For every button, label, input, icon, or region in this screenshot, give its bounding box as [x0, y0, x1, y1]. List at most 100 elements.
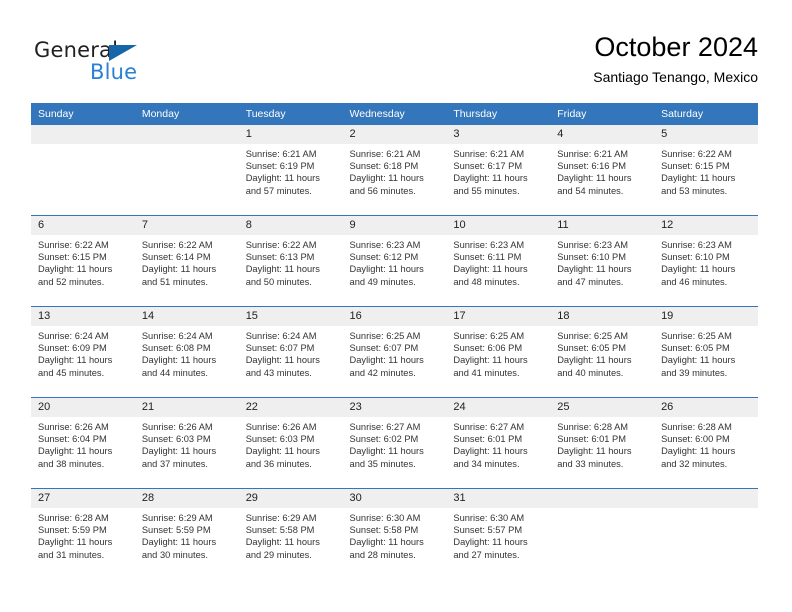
calendar-day-cell[interactable]: 16 Sunrise: 6:25 AM Sunset: 6:07 PM Dayligh… [342, 306, 447, 398]
day-number: 18 [550, 307, 655, 326]
general-blue-logo[interactable]: General Blue [34, 38, 264, 94]
day-number [31, 125, 135, 144]
calendar-day-cell[interactable]: 27 Sunrise: 6:28 AM Sunset: 5:59 PM Dayligh… [31, 488, 135, 579]
calendar-day-cell[interactable]: 8 Sunrise: 6:22 AM Sunset: 6:13 PM Daylight… [238, 215, 343, 307]
day-number: 11 [550, 216, 655, 235]
calendar-day-cell[interactable]: 18 Sunrise: 6:25 AM Sunset: 6:05 PM Dayligh… [550, 306, 655, 398]
sunrise-text: Sunrise: 6:25 AM [349, 331, 421, 341]
day-details: Sunrise: 6:28 AM Sunset: 6:00 PM Daylight:… [654, 417, 758, 470]
day-details: Sunrise: 6:25 AM Sunset: 6:07 PM Daylight:… [343, 326, 447, 379]
daylight-text-line2: and 30 minutes. [141, 549, 208, 560]
calendar-day-cell-empty [134, 125, 239, 216]
sunrise-text: Sunrise: 6:26 AM [141, 422, 213, 432]
calendar-day-cell[interactable]: 10 Sunrise: 6:23 AM Sunset: 6:11 PM Dayligh… [446, 215, 551, 307]
calendar-day-cell[interactable]: 22 Sunrise: 6:26 AM Sunset: 6:03 PM Dayligh… [238, 397, 343, 489]
sunrise-text: Sunrise: 6:26 AM [245, 422, 317, 432]
calendar-day-cell[interactable]: 30 Sunrise: 6:30 AM Sunset: 5:58 PM Dayligh… [342, 488, 447, 579]
sunrise-text: Sunrise: 6:27 AM [453, 422, 525, 432]
calendar-day-cell[interactable]: 24 Sunrise: 6:27 AM Sunset: 6:01 PM Dayligh… [446, 397, 551, 489]
calendar-day-cell[interactable]: 15 Sunrise: 6:24 AM Sunset: 6:07 PM Dayligh… [238, 306, 343, 398]
sunset-text: Sunset: 5:57 PM [453, 525, 523, 536]
day-number: 29 [238, 489, 343, 508]
calendar-day-cell[interactable]: 28 Sunrise: 6:29 AM Sunset: 5:59 PM Dayligh… [134, 488, 239, 579]
daylight-text-line1: Daylight: 11 hours [453, 264, 528, 275]
calendar-day-cell[interactable]: 9 Sunrise: 6:23 AM Sunset: 6:12 PM Daylight… [342, 215, 447, 307]
sunset-text: Sunset: 6:00 PM [661, 434, 730, 445]
day-number: 7 [134, 216, 239, 235]
calendar-week-row: 13 Sunrise: 6:24 AM Sunset: 6:09 PM Dayligh… [31, 306, 758, 398]
calendar-day-cell[interactable]: 29 Sunrise: 6:29 AM Sunset: 5:58 PM Dayligh… [238, 488, 343, 579]
day-details: Sunrise: 6:28 AM Sunset: 5:59 PM Daylight:… [31, 508, 135, 561]
daylight-text-line1: Daylight: 11 hours [661, 264, 736, 275]
daylight-text-line2: and 57 minutes. [245, 185, 312, 196]
daylight-text-line2: and 27 minutes. [453, 549, 520, 560]
sunrise-text: Sunrise: 6:28 AM [661, 422, 732, 432]
sunset-text: Sunset: 6:08 PM [141, 343, 211, 354]
day-details: Sunrise: 6:23 AM Sunset: 6:12 PM Daylight:… [343, 235, 447, 288]
daylight-text-line2: and 38 minutes. [38, 458, 105, 469]
day-number: 15 [238, 307, 343, 326]
sunset-text: Sunset: 6:06 PM [453, 343, 523, 354]
calendar-day-cell[interactable]: 14 Sunrise: 6:24 AM Sunset: 6:08 PM Dayligh… [134, 306, 239, 398]
weekday-header-friday: Friday [550, 103, 655, 125]
sunrise-text: Sunrise: 6:23 AM [661, 240, 732, 250]
day-number: 28 [134, 489, 239, 508]
daylight-text-line1: Daylight: 11 hours [245, 537, 320, 548]
daylight-text-line2: and 39 minutes. [661, 367, 728, 378]
calendar-day-cell[interactable]: 6 Sunrise: 6:22 AM Sunset: 6:15 PM Daylight… [31, 215, 135, 307]
calendar-day-cell[interactable]: 23 Sunrise: 6:27 AM Sunset: 6:02 PM Dayligh… [342, 397, 447, 489]
calendar-day-cell-empty [654, 488, 758, 579]
triangle-icon [109, 45, 137, 61]
weekday-header-thursday: Thursday [446, 103, 551, 125]
daylight-text-line2: and 37 minutes. [141, 458, 208, 469]
day-details: Sunrise: 6:27 AM Sunset: 6:02 PM Daylight:… [343, 417, 447, 470]
calendar-day-cell[interactable]: 5 Sunrise: 6:22 AM Sunset: 6:15 PM Daylight… [654, 125, 758, 216]
day-details: Sunrise: 6:23 AM Sunset: 6:11 PM Daylight:… [446, 235, 550, 288]
day-details: Sunrise: 6:30 AM Sunset: 5:58 PM Daylight:… [343, 508, 447, 561]
day-details: Sunrise: 6:22 AM Sunset: 6:15 PM Daylight:… [654, 144, 758, 197]
sunset-text: Sunset: 6:04 PM [38, 434, 107, 445]
calendar-day-cell[interactable]: 4 Sunrise: 6:21 AM Sunset: 6:16 PM Daylight… [550, 125, 655, 216]
sunrise-text: Sunrise: 6:23 AM [557, 240, 629, 250]
daylight-text-line1: Daylight: 11 hours [245, 355, 320, 366]
sunrise-text: Sunrise: 6:24 AM [245, 331, 317, 341]
day-details: Sunrise: 6:22 AM Sunset: 6:14 PM Daylight:… [135, 235, 239, 288]
daylight-text-line1: Daylight: 11 hours [141, 446, 217, 457]
day-number: 3 [446, 125, 551, 144]
calendar-day-cell[interactable]: 21 Sunrise: 6:26 AM Sunset: 6:03 PM Dayligh… [134, 397, 239, 489]
daylight-text-line1: Daylight: 11 hours [557, 446, 632, 457]
calendar-day-cell[interactable]: 31 Sunrise: 6:30 AM Sunset: 5:57 PM Dayligh… [446, 488, 551, 579]
calendar-day-cell[interactable]: 1 Sunrise: 6:21 AM Sunset: 6:19 PM Daylight… [238, 125, 343, 216]
sunset-text: Sunset: 6:10 PM [557, 252, 626, 263]
daylight-text-line1: Daylight: 11 hours [245, 264, 320, 275]
calendar-day-cell[interactable]: 25 Sunrise: 6:28 AM Sunset: 6:01 PM Dayligh… [550, 397, 655, 489]
daylight-text-line1: Daylight: 11 hours [349, 355, 424, 366]
calendar-day-cell[interactable]: 3 Sunrise: 6:21 AM Sunset: 6:17 PM Daylight… [446, 125, 551, 216]
daylight-text-line2: and 35 minutes. [349, 458, 416, 469]
sunset-text: Sunset: 6:10 PM [661, 252, 730, 263]
calendar-day-cell[interactable]: 17 Sunrise: 6:25 AM Sunset: 6:06 PM Dayligh… [446, 306, 551, 398]
calendar-day-cell[interactable]: 19 Sunrise: 6:25 AM Sunset: 6:05 PM Dayligh… [654, 306, 758, 398]
daylight-text-line1: Daylight: 11 hours [38, 264, 113, 275]
daylight-text-line1: Daylight: 11 hours [141, 264, 217, 275]
calendar-day-cell[interactable]: 13 Sunrise: 6:24 AM Sunset: 6:09 PM Dayligh… [31, 306, 135, 398]
calendar-day-cell[interactable]: 20 Sunrise: 6:26 AM Sunset: 6:04 PM Dayligh… [31, 397, 135, 489]
day-details: Sunrise: 6:29 AM Sunset: 5:58 PM Daylight:… [239, 508, 343, 561]
day-details: Sunrise: 6:21 AM Sunset: 6:18 PM Daylight:… [343, 144, 447, 197]
day-number: 24 [446, 398, 551, 417]
weekday-header-tuesday: Tuesday [238, 103, 343, 125]
calendar-day-cell[interactable]: 26 Sunrise: 6:28 AM Sunset: 6:00 PM Dayligh… [654, 397, 758, 489]
sunset-text: Sunset: 6:01 PM [557, 434, 626, 445]
sunset-text: Sunset: 6:11 PM [453, 252, 522, 263]
calendar-day-cell[interactable]: 12 Sunrise: 6:23 AM Sunset: 6:10 PM Dayligh… [654, 215, 758, 307]
daylight-text-line2: and 29 minutes. [245, 549, 312, 560]
calendar-day-cell[interactable]: 2 Sunrise: 6:21 AM Sunset: 6:18 PM Daylight… [342, 125, 447, 216]
calendar-day-cell[interactable]: 7 Sunrise: 6:22 AM Sunset: 6:14 PM Daylight… [134, 215, 239, 307]
sunset-text: Sunset: 6:18 PM [349, 161, 419, 172]
calendar-day-cell[interactable]: 11 Sunrise: 6:23 AM Sunset: 6:10 PM Dayligh… [550, 215, 655, 307]
sunset-text: Sunset: 6:03 PM [245, 434, 315, 445]
day-number: 12 [654, 216, 758, 235]
day-number: 1 [238, 125, 343, 144]
sunset-text: Sunset: 5:59 PM [38, 525, 107, 536]
sunset-text: Sunset: 6:09 PM [38, 343, 107, 354]
